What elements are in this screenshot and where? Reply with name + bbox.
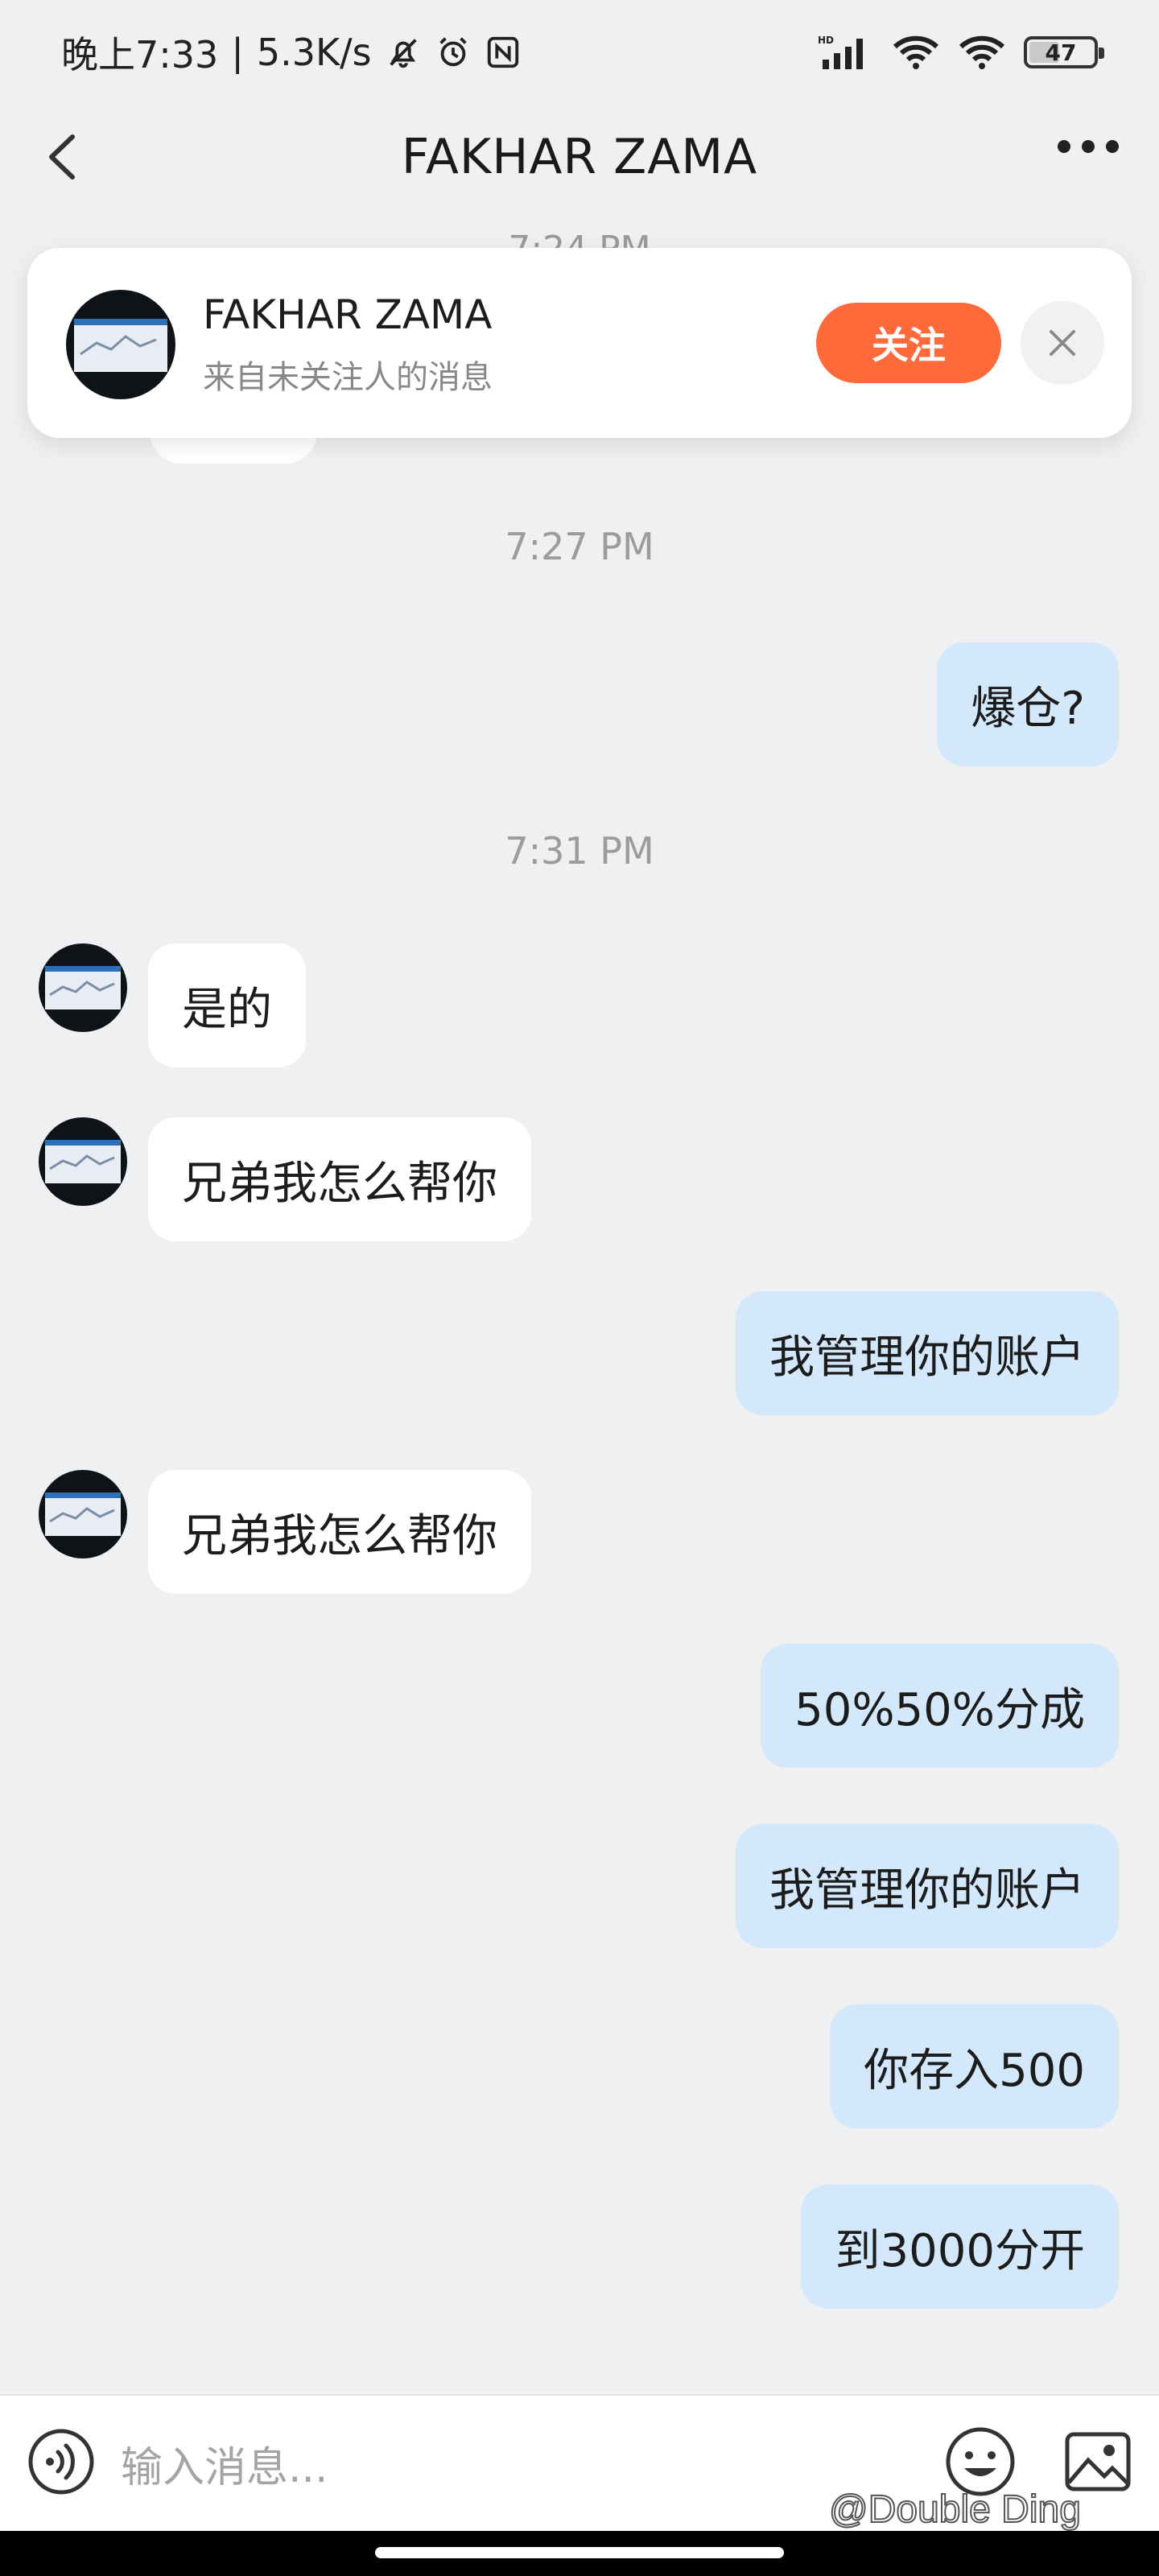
status-separator: | [231,31,244,74]
page-title: FAKHAR ZAMA [401,129,758,185]
time-separator: 7:27 PM [505,525,654,568]
close-icon [1050,330,1075,356]
message-bubble-outgoing[interactable]: 到3000分开 [801,2185,1119,2309]
message-bubble-outgoing[interactable]: 我管理你的账户 [736,1824,1119,1948]
avatar[interactable] [39,1470,127,1558]
message-bubble-incoming[interactable]: 兄弟我怎么帮你 [148,1470,531,1594]
status-time: 晚上7:33 [61,33,219,76]
time-separator: 7:31 PM [505,829,654,873]
signal-icon: HD [818,35,863,69]
alarm-icon [439,37,467,67]
voice-icon[interactable] [27,2428,95,2496]
message-bubble-incoming[interactable]: 是的 [148,943,306,1067]
mute-icon [389,39,417,68]
nfc-icon [487,36,518,68]
follow-card: FAKHAR ZAMA 来自未关注人的消息 关注 [27,248,1132,438]
status-bar: 晚上7:33 | 5.3K/s HD 47 [0,0,1159,105]
emoji-icon[interactable] [945,2426,1016,2497]
message-input[interactable]: 输入消息... [121,2425,909,2502]
nav-bar: FAKHAR ZAMA [0,105,1159,209]
back-icon[interactable] [35,129,92,185]
home-indicator[interactable] [375,2547,784,2558]
avatar[interactable] [39,1117,127,1206]
message-bubble-outgoing[interactable]: 爆仓? [937,642,1119,766]
message-bubble-outgoing[interactable]: 50%50%分成 [761,1644,1119,1768]
battery-level: 47 [1045,39,1077,66]
message-bubble-incoming[interactable]: 兄弟我怎么帮你 [148,1117,531,1241]
battery-icon: 47 [1024,36,1104,68]
more-icon[interactable] [1058,140,1119,153]
network-speed: 5.3K/s [256,31,372,74]
watermark: @Double Ding [828,2487,1082,2532]
follow-card-subtitle: 来自未关注人的消息 [203,359,493,396]
status-left: 晚上7:33 | 5.3K/s [61,26,522,79]
wifi-icon [959,35,1005,69]
avatar[interactable] [39,943,127,1032]
follow-button[interactable]: 关注 [816,303,1001,383]
message-bubble-outgoing[interactable]: 你存入500 [830,2004,1119,2128]
wifi-icon [893,35,939,69]
close-button[interactable] [1021,301,1104,385]
image-icon[interactable] [1062,2426,1133,2497]
status-right: HD 47 [818,34,1104,71]
message-bubble-outgoing[interactable]: 我管理你的账户 [736,1291,1119,1415]
follow-card-name: FAKHAR ZAMA [203,291,493,338]
svg-text:HD: HD [818,35,834,46]
avatar[interactable] [66,290,175,399]
